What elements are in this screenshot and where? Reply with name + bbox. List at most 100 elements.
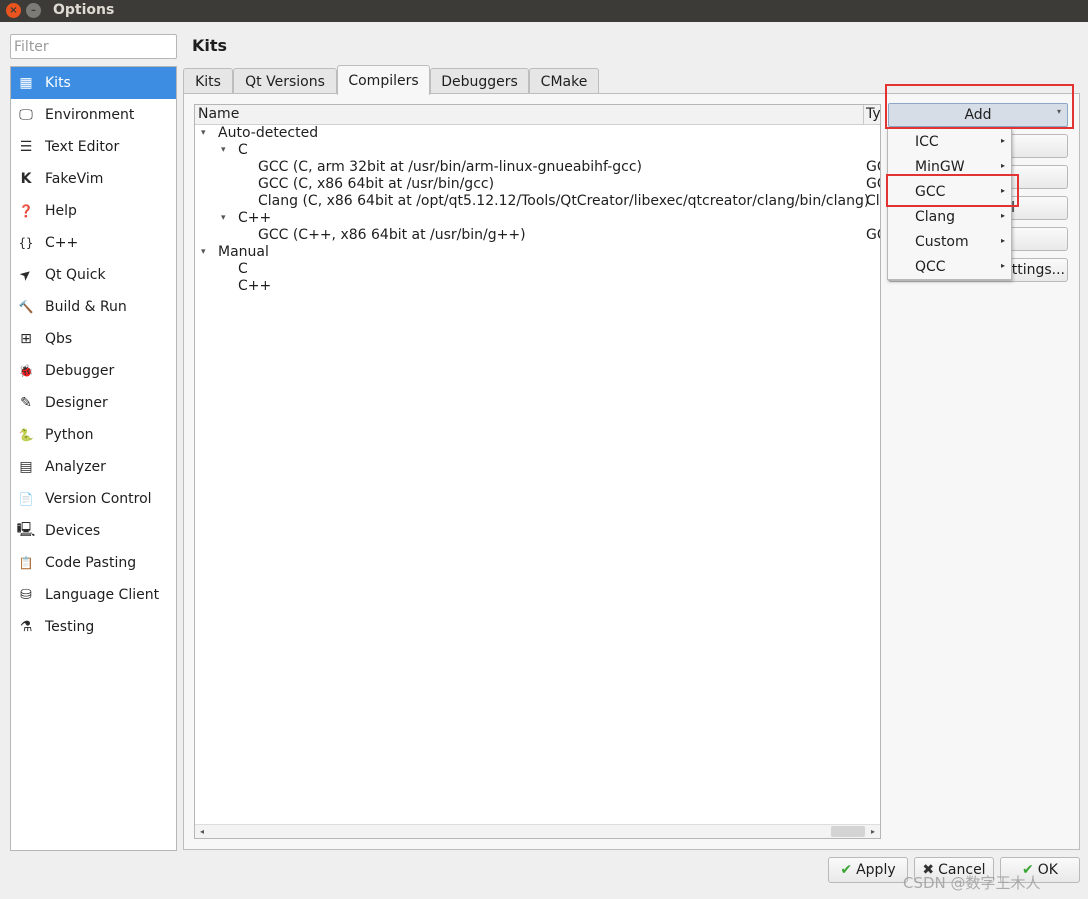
menu-item-qcc[interactable]: QCC ▸ (888, 254, 1011, 279)
sidebar-item-label: Devices (45, 523, 101, 539)
sidebar-item-label: FakeVim (45, 171, 104, 187)
sidebar-item-cpp[interactable]: {} C++ (11, 227, 176, 259)
menu-item-clang[interactable]: Clang ▸ (888, 204, 1011, 229)
column-header-type[interactable]: Ty (866, 106, 880, 122)
sidebar-item-build-run[interactable]: 🔨 Build & Run (11, 291, 176, 323)
sidebar-item-fakevim[interactable]: K FakeVim (11, 163, 176, 195)
title-bar: × – Options (0, 0, 1088, 22)
tree-cell-type: GC (866, 176, 880, 192)
language-client-icon: ⛁ (20, 587, 32, 603)
submenu-arrow-icon: ▸ (1000, 136, 1005, 145)
hammer-icon: 🔨 (18, 300, 34, 314)
sidebar-item-label: Help (45, 203, 77, 219)
scroll-left-icon[interactable]: ◂ (195, 825, 209, 838)
tab-debuggers[interactable]: Debuggers (430, 68, 529, 94)
tab-cmake[interactable]: CMake (529, 68, 599, 94)
menu-item-label: ICC (915, 133, 939, 150)
testing-icon: ⚗ (19, 619, 33, 635)
sidebar-item-label: Code Pasting (45, 555, 137, 571)
compiler-tree[interactable]: Name Ty ▾ Auto-detected ▾ C GCC (C, arm … (194, 104, 881, 839)
tree-row-manual-cpp[interactable]: C++ (238, 278, 271, 295)
monitor-icon: 🖵 (19, 107, 33, 123)
sidebar-item-label: Version Control (45, 491, 152, 507)
qt-quick-icon: ➤ (16, 265, 36, 285)
sidebar-item-environment[interactable]: 🖵 Environment (11, 99, 176, 131)
highlight-box-gcc (886, 174, 1019, 207)
watermark: CSDN @数字王木人 (903, 874, 1041, 892)
tab-qt-versions[interactable]: Qt Versions (233, 68, 337, 94)
menu-item-label: Clang (915, 208, 956, 225)
tree-row-clang[interactable]: Clang (C, x86 64bit at /opt/qt5.12.12/To… (258, 193, 869, 210)
menu-item-label: QCC (915, 258, 946, 275)
sidebar-item-devices[interactable]: 🖳 Devices (11, 515, 176, 547)
window-title: Options (53, 2, 115, 18)
tab-compilers[interactable]: Compilers (337, 65, 430, 95)
sidebar-item-version-control[interactable]: 📄 Version Control (11, 483, 176, 515)
help-icon: ❓ (18, 204, 34, 218)
sidebar-item-qbs[interactable]: ⊞ Qbs (11, 323, 176, 355)
sidebar-item-label: Language Client (45, 587, 160, 603)
sidebar-item-text-editor[interactable]: ☰ Text Editor (11, 131, 176, 163)
kits-icon: ▦ (19, 75, 33, 91)
sidebar-item-label: Environment (45, 107, 135, 123)
bug-icon: 🐞 (18, 364, 34, 378)
expand-arrow-icon[interactable]: ▾ (201, 244, 206, 261)
sidebar-item-testing[interactable]: ⚗ Testing (11, 611, 176, 643)
highlight-box-add (885, 84, 1074, 129)
menu-item-custom[interactable]: Custom ▸ (888, 229, 1011, 254)
menu-item-icc[interactable]: ICC ▸ (888, 129, 1011, 154)
sidebar-item-label: Qbs (45, 331, 73, 347)
menu-item-label: Custom (915, 233, 969, 250)
checkmark-icon: ✔ (840, 862, 853, 878)
sidebar-item-code-pasting[interactable]: 📋 Code Pasting (11, 547, 176, 579)
apply-button[interactable]: ✔ Apply (828, 857, 908, 883)
sidebar-item-label: Python (45, 427, 94, 443)
category-sidebar: ▦ Kits 🖵 Environment ☰ Text Editor K Fak… (10, 66, 177, 851)
code-pasting-icon: 📋 (18, 556, 34, 570)
sidebar-item-analyzer[interactable]: ▤ Analyzer (11, 451, 176, 483)
fakevim-icon: K (20, 171, 32, 187)
minimize-window-icon[interactable]: – (26, 3, 41, 18)
tree-row-manual[interactable]: Manual (218, 244, 269, 261)
menu-item-label: MinGW (915, 158, 965, 175)
sidebar-item-label: C++ (45, 235, 79, 251)
tree-row-gpp-x86[interactable]: GCC (C++, x86 64bit at /usr/bin/g++) (258, 227, 526, 244)
tree-row-auto-cpp[interactable]: C++ (238, 210, 271, 227)
tree-row-auto-c[interactable]: C (238, 142, 248, 159)
page-title: Kits (192, 36, 228, 55)
sidebar-item-python[interactable]: 🐍 Python (11, 419, 176, 451)
pencil-icon: ✎ (20, 395, 32, 411)
sidebar-item-qt-quick[interactable]: ➤ Qt Quick (11, 259, 176, 291)
tree-cell-type: GC (866, 159, 880, 175)
sidebar-item-designer[interactable]: ✎ Designer (11, 387, 176, 419)
sidebar-item-label: Analyzer (45, 459, 106, 475)
braces-icon: {} (18, 236, 34, 250)
tree-row-manual-c[interactable]: C (238, 261, 248, 278)
expand-arrow-icon[interactable]: ▾ (221, 142, 226, 159)
tree-row-gcc-x86[interactable]: GCC (C, x86 64bit at /usr/bin/gcc) (258, 176, 494, 193)
expand-arrow-icon[interactable]: ▾ (201, 125, 206, 142)
sidebar-item-language-client[interactable]: ⛁ Language Client (11, 579, 176, 611)
submenu-arrow-icon: ▸ (1000, 211, 1005, 220)
column-header-name[interactable]: Name (198, 106, 239, 122)
submenu-arrow-icon: ▸ (1000, 161, 1005, 170)
expand-arrow-icon[interactable]: ▾ (221, 210, 226, 227)
analyzer-icon: ▤ (19, 459, 33, 475)
ok-label: OK (1037, 862, 1058, 878)
tab-kits[interactable]: Kits (183, 68, 233, 94)
sidebar-item-kits[interactable]: ▦ Kits (11, 67, 176, 99)
column-divider[interactable] (863, 105, 864, 125)
close-window-icon[interactable]: × (6, 3, 21, 18)
sidebar-item-label: Debugger (45, 363, 115, 379)
sidebar-item-help[interactable]: ❓ Help (11, 195, 176, 227)
sidebar-item-label: Qt Quick (45, 267, 106, 283)
submenu-arrow-icon: ▸ (1000, 261, 1005, 270)
scrollbar-thumb[interactable] (831, 826, 865, 837)
scroll-right-icon[interactable]: ▸ (866, 825, 880, 838)
tree-row-gcc-arm[interactable]: GCC (C, arm 32bit at /usr/bin/arm-linux-… (258, 159, 642, 176)
version-control-icon: 📄 (18, 492, 34, 506)
horizontal-scrollbar[interactable]: ◂ ▸ (195, 824, 880, 838)
filter-input[interactable] (10, 34, 177, 59)
sidebar-item-debugger[interactable]: 🐞 Debugger (11, 355, 176, 387)
tree-row-auto-detected[interactable]: Auto-detected (218, 125, 318, 142)
